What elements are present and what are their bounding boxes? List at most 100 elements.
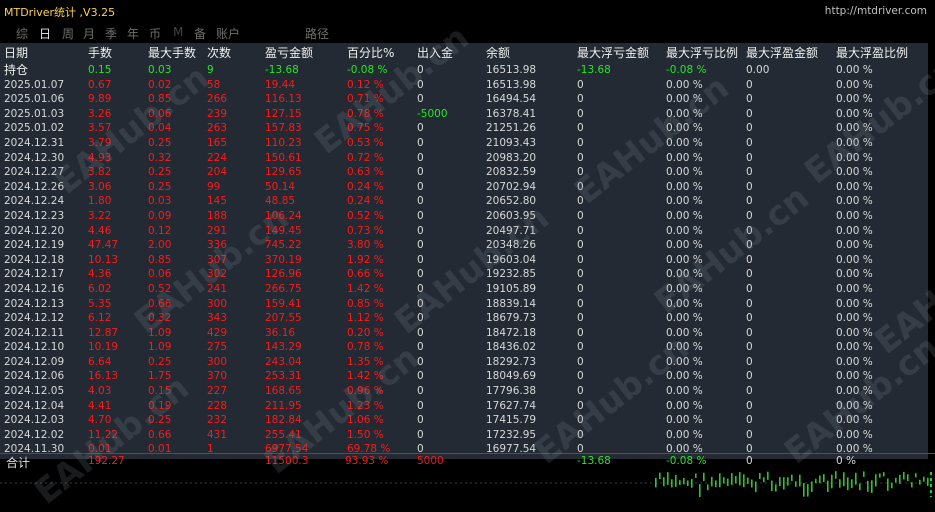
tab-monthly[interactable]: 月 — [83, 25, 95, 42]
website-link[interactable]: http://mtdriver.com — [825, 5, 927, 17]
cell: 168.65 — [265, 385, 302, 398]
candle-bar — [715, 480, 717, 488]
candle-bar — [927, 477, 929, 486]
cell: 0.66 % — [347, 268, 384, 281]
cell: 0 — [417, 370, 424, 383]
cell: 150.61 — [265, 151, 302, 164]
tab-yearly[interactable]: 年 — [127, 25, 139, 42]
cell: 0 — [577, 428, 584, 441]
totals-max-float-gain: 0 — [746, 455, 753, 467]
candle-bar — [827, 480, 829, 492]
cell: 0.00 % — [666, 370, 703, 383]
cell: 0.96 % — [347, 385, 384, 398]
cell: 0.32 — [148, 151, 172, 164]
table-row: 2024.12.17 4.36 0.06 302 126.96 0.66 % 0 19232.… — [0, 267, 928, 282]
cell: 143.29 — [265, 341, 302, 354]
candle-bar — [907, 474, 909, 482]
table-row: 2024.12.13 5.35 0.66 300 159.41 0.85 % 0 18839.… — [0, 297, 928, 312]
cell: 0.03 — [148, 195, 172, 208]
table-row: 2024.12.03 4.70 0.25 232 182.84 1.06 % 0 17415.… — [0, 413, 928, 428]
totals-row: 合计 192.27 11500.3 93.93 % 5000 -13.68 -0… — [0, 453, 935, 470]
cell: 188 — [207, 209, 228, 222]
cell: 20497.71 — [486, 224, 537, 237]
tab-account[interactable]: 账户 — [216, 25, 240, 42]
candle-bar — [887, 478, 889, 491]
cell: 0 — [417, 326, 424, 339]
cell: 0.00 % — [836, 209, 873, 222]
cell: 0 — [746, 312, 753, 325]
cell: 20832.59 — [486, 166, 537, 179]
cell: 0 — [746, 239, 753, 252]
table-header-row: 日期 手数 最大手数 次数 盈亏金额 百分比% 出入金 余额 最大浮亏金额 最大浮亏比例 最大浮盈金… — [0, 43, 928, 63]
cell: 2024.12.16 — [4, 282, 65, 295]
cell: 2024.12.13 — [4, 297, 65, 310]
cell: 0 — [417, 312, 424, 325]
tab-daily[interactable]: 日 — [39, 25, 51, 42]
cell: 0.85 — [148, 93, 172, 106]
cell: 1.06 % — [347, 414, 384, 427]
cell: 0.19 — [148, 399, 172, 412]
tab-path[interactable]: 路径 — [305, 25, 329, 42]
cell: 0 — [417, 428, 424, 441]
tab-symbol[interactable]: 币 — [149, 25, 161, 42]
cell: 2024.12.20 — [4, 224, 65, 237]
cell: 1.09 — [148, 326, 172, 339]
cell: 0 — [746, 414, 753, 427]
cell: 0.00 % — [666, 414, 703, 427]
candle-bar — [923, 476, 925, 482]
cell: 2024.12.23 — [4, 209, 65, 222]
cell: 0 — [577, 224, 584, 237]
cell: 182.84 — [265, 414, 302, 427]
cell: 0 — [577, 268, 584, 281]
cell: 0.73 % — [347, 224, 384, 237]
candle-bar — [679, 480, 681, 485]
cell: 0 — [417, 355, 424, 368]
cell: 21251.26 — [486, 122, 537, 135]
candle-bar — [803, 483, 805, 497]
cell: 0.20 % — [347, 326, 384, 339]
cell: 6.12 — [88, 312, 112, 325]
cell: 0.00 % — [666, 209, 703, 222]
cell: 0 — [577, 355, 584, 368]
candle-bar — [811, 481, 813, 492]
tab-magic[interactable]: M — [173, 25, 183, 39]
candle-bar — [863, 471, 865, 477]
cell: 1.75 — [148, 370, 172, 383]
cell: 17232.95 — [486, 428, 537, 441]
cell: 10.19 — [88, 341, 119, 354]
cell: 4.03 — [88, 385, 112, 398]
cell: 336 — [207, 239, 228, 252]
cell: 228 — [207, 399, 228, 412]
candle-bar — [871, 480, 873, 493]
cell: 最大手数 — [148, 46, 197, 60]
cell: 241 — [207, 282, 228, 295]
cell: 0.00 % — [836, 64, 873, 76]
tab-notes[interactable]: 备 — [194, 25, 206, 42]
cell: 0.85 — [148, 253, 172, 266]
cell: 2024.12.03 — [4, 414, 65, 427]
tab-summary[interactable]: 综 — [16, 25, 28, 42]
cell: 5.35 — [88, 297, 112, 310]
cell: 20652.80 — [486, 195, 537, 208]
cell: 0.00 % — [666, 166, 703, 179]
cell: 2024.12.12 — [4, 312, 65, 325]
candle-bar — [819, 475, 821, 484]
cell: 106.24 — [265, 209, 302, 222]
cell: 0 — [417, 195, 424, 208]
tab-weekly[interactable]: 周 — [62, 25, 74, 42]
cell: 0.52 % — [347, 209, 384, 222]
cell: 0.00 % — [836, 166, 873, 179]
cell: 0 — [417, 78, 424, 91]
cell: 343 — [207, 312, 228, 325]
cell: 50.14 — [265, 180, 296, 193]
tab-quarterly[interactable]: 季 — [105, 25, 117, 42]
candle-bar — [695, 473, 697, 478]
candle-bar — [815, 478, 817, 484]
candle-bar — [683, 477, 685, 485]
daily-stats-table: 日期 手数 最大手数 次数 盈亏金额 百分比% 出入金 余额 最大浮亏金额 最大浮亏比例 最大浮盈金… — [0, 43, 928, 459]
cell: 0.00 % — [666, 122, 703, 135]
cell: 0 — [746, 107, 753, 120]
cell: 20983.20 — [486, 151, 537, 164]
cell: 300 — [207, 297, 228, 310]
cell: 253.31 — [265, 370, 302, 383]
